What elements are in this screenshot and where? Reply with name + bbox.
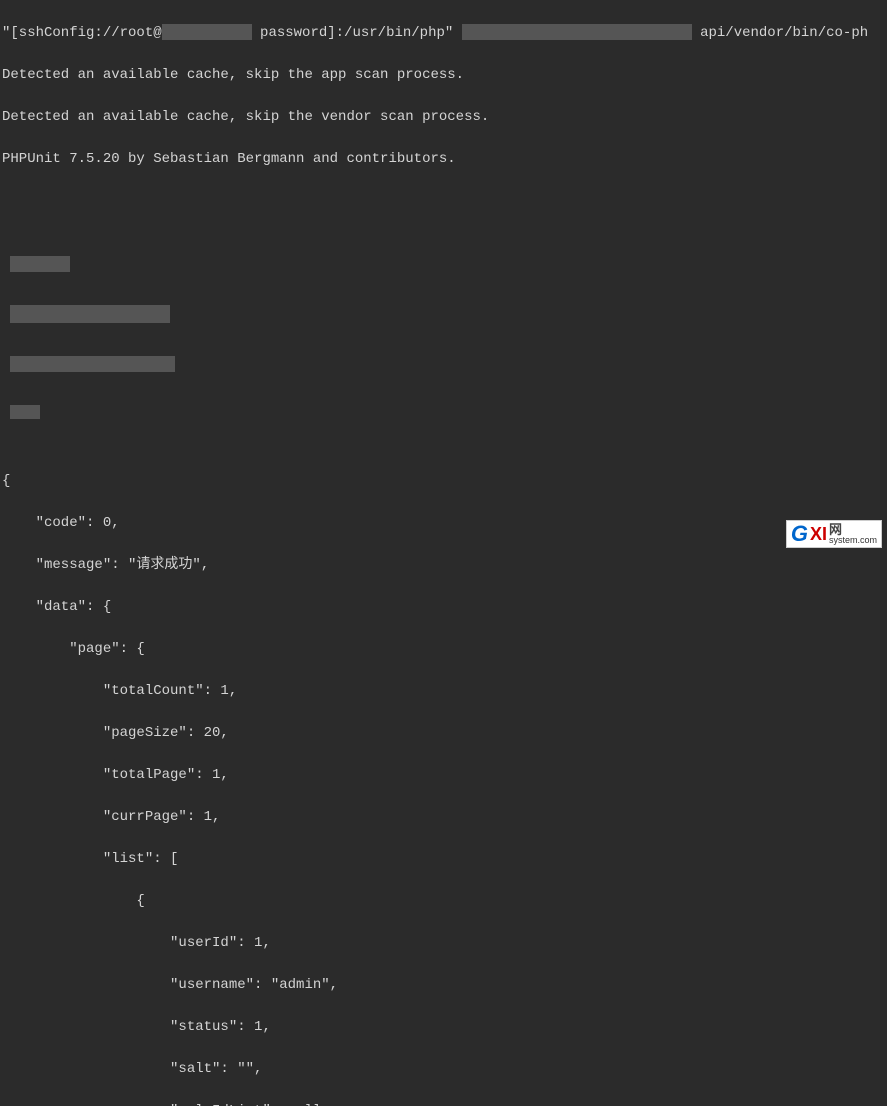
json-salt: "salt": "", — [2, 1059, 885, 1080]
redacted-path — [462, 24, 692, 40]
cmd-mid1: password]:/usr/bin/php" — [260, 25, 462, 41]
json-code: "code": 0, — [2, 513, 885, 534]
cmd-prefix: "[sshConfig://root@ — [2, 25, 162, 41]
command-line: "[sshConfig://root@ password]:/usr/bin/p… — [2, 23, 885, 44]
json-username: "username": "admin", — [2, 975, 885, 996]
blank-line — [2, 191, 885, 212]
redacted-block-1 — [10, 256, 70, 272]
json-message: "message": "请求成功", — [2, 555, 885, 576]
json-item-open: { — [2, 891, 885, 912]
cmd-mid2: api/vendor/bin/co-ph — [700, 25, 868, 41]
watermark-xi: XI — [810, 525, 827, 543]
watermark-url: system.com — [829, 536, 877, 545]
json-data-open: "data": { — [2, 597, 885, 618]
redacted-block-2 — [10, 305, 170, 323]
redacted-section — [2, 233, 885, 450]
terminal-output: "[sshConfig://root@ password]:/usr/bin/p… — [2, 2, 885, 1106]
json-status: "status": 1, — [2, 1017, 885, 1038]
json-list-open: "list": [ — [2, 849, 885, 870]
json-totalcount: "totalCount": 1, — [2, 681, 885, 702]
watermark-g: G — [791, 523, 808, 545]
json-currpage: "currPage": 1, — [2, 807, 885, 828]
json-totalpage: "totalPage": 1, — [2, 765, 885, 786]
json-pagesize: "pageSize": 20, — [2, 723, 885, 744]
watermark: GXI 网 system.com — [786, 520, 882, 548]
output-cache-vendor: Detected an available cache, skip the ve… — [2, 107, 885, 128]
redacted-host — [162, 24, 252, 40]
redacted-block-3 — [10, 356, 175, 372]
watermark-text: 网 system.com — [829, 523, 877, 545]
json-roleidlist: "roleIdList": null, — [2, 1101, 885, 1106]
json-open: { — [2, 471, 885, 492]
json-page-open: "page": { — [2, 639, 885, 660]
output-phpunit: PHPUnit 7.5.20 by Sebastian Bergmann and… — [2, 149, 885, 170]
json-userid: "userId": 1, — [2, 933, 885, 954]
redacted-block-4 — [10, 405, 40, 419]
output-cache-app: Detected an available cache, skip the ap… — [2, 65, 885, 86]
